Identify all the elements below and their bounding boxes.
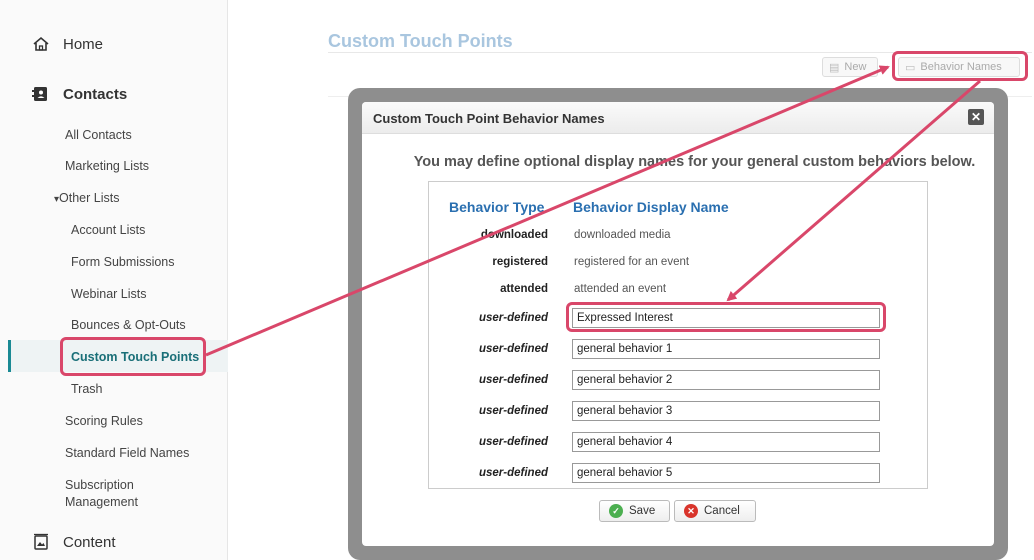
annotation-arrow-to-button (205, 65, 890, 357)
app-window: Home Contacts All Contacts Marketing Lis… (0, 0, 1034, 560)
annotation-arrow-to-input (726, 79, 981, 302)
annotation-arrows (205, 65, 981, 357)
